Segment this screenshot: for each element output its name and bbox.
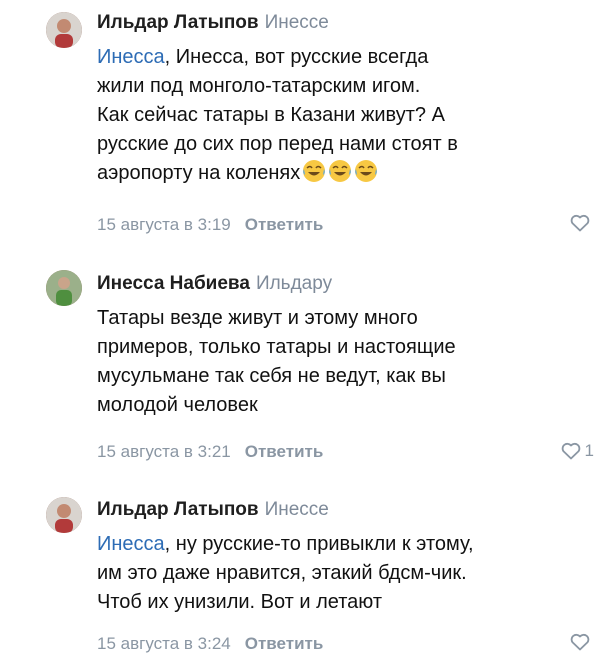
avatar[interactable] <box>46 270 82 306</box>
comment-date[interactable]: 15 августа в 3:24 <box>97 634 231 653</box>
like-button[interactable] <box>570 633 594 651</box>
like-count: 1 <box>584 441 594 460</box>
reply-button[interactable]: Ответить <box>245 442 324 461</box>
comment-text: Инесса, ну русские-то привыкли к этому, … <box>97 530 567 617</box>
author-name[interactable]: Ильдар Латыпов <box>97 499 259 520</box>
author-name[interactable]: Ильдар Латыпов <box>97 12 259 33</box>
tears-of-joy-emoji <box>328 159 352 183</box>
heart-outline-icon <box>570 214 590 232</box>
heart-outline-icon <box>570 633 590 651</box>
like-button[interactable]: 1 <box>561 441 594 461</box>
comment-body: Татары везде живут и этому много примеро… <box>97 307 456 416</box>
tears-of-joy-emoji <box>354 159 378 183</box>
comment-header: Ильдар Латыпов Инессе <box>97 10 329 36</box>
comment-text: Татары везде живут и этому много примеро… <box>97 304 567 420</box>
mention-link[interactable]: Инесса <box>97 46 165 68</box>
like-button[interactable] <box>570 214 594 232</box>
author-name[interactable]: Инесса Набиева <box>97 273 250 294</box>
reply-button[interactable]: Ответить <box>245 215 324 234</box>
comment-meta: 15 августа в 3:21 Ответить <box>97 441 323 463</box>
comment-date[interactable]: 15 августа в 3:19 <box>97 215 231 234</box>
reply-button[interactable]: Ответить <box>245 634 324 653</box>
reply-to-label[interactable]: Инессе <box>265 12 329 33</box>
mention-link[interactable]: Инесса <box>97 533 165 555</box>
reply-to-label[interactable]: Инессе <box>265 499 329 520</box>
comment-meta: 15 августа в 3:24 Ответить <box>97 633 323 655</box>
comment-date[interactable]: 15 августа в 3:21 <box>97 442 231 461</box>
reply-to-label[interactable]: Ильдару <box>256 273 332 294</box>
avatar[interactable] <box>46 497 82 533</box>
tears-of-joy-emoji <box>302 159 326 183</box>
avatar[interactable] <box>46 12 82 48</box>
comment-header: Инесса Набиева Ильдару <box>97 271 332 297</box>
comment-meta: 15 августа в 3:19 Ответить <box>97 214 323 236</box>
comment-text: Инесса, Инесса, вот русские всегда жили … <box>97 43 567 188</box>
comment-header: Ильдар Латыпов Инессе <box>97 497 329 523</box>
heart-outline-icon <box>561 442 581 460</box>
